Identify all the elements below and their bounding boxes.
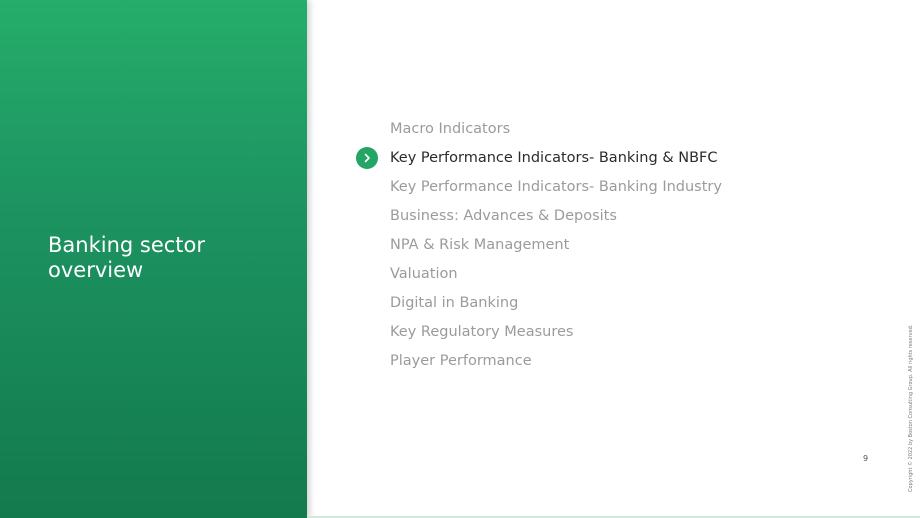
page-number: 9 [863,454,869,463]
agenda-item-advances-deposits[interactable]: Business: Advances & Deposits [390,205,722,234]
agenda-item-label: Key Regulatory Measures [390,324,574,340]
agenda-item-kpi-banking-nbfc[interactable]: Key Performance Indicators- Banking & NB… [356,147,722,176]
chevron-right-icon [356,147,378,169]
agenda-item-label: Player Performance [390,353,532,369]
section-title: Banking sector overview [48,233,206,282]
agenda-item-label: Key Performance Indicators- Banking & NB… [390,150,718,166]
agenda-item-player-performance[interactable]: Player Performance [390,350,722,379]
agenda-item-label: Macro Indicators [390,121,511,137]
agenda-item-label: Valuation [390,266,458,282]
section-panel: Banking sector overview [0,0,307,518]
agenda-item-valuation[interactable]: Valuation [390,263,722,292]
agenda-list: Macro Indicators Key Performance Indicat… [356,118,722,379]
agenda-item-macro-indicators[interactable]: Macro Indicators [390,118,722,147]
agenda-item-digital-banking[interactable]: Digital in Banking [390,292,722,321]
agenda-item-label: Business: Advances & Deposits [390,208,617,224]
agenda-item-npa-risk[interactable]: NPA & Risk Management [390,234,722,263]
agenda-item-label: Digital in Banking [390,295,519,311]
agenda-item-label: NPA & Risk Management [390,237,570,253]
agenda-item-regulatory-measures[interactable]: Key Regulatory Measures [390,321,722,350]
copyright-notice: Copyright © 2022 by Boston Consulting Gr… [908,324,914,492]
agenda-item-kpi-banking-industry[interactable]: Key Performance Indicators- Banking Indu… [390,176,722,205]
agenda-item-label: Key Performance Indicators- Banking Indu… [390,179,722,195]
